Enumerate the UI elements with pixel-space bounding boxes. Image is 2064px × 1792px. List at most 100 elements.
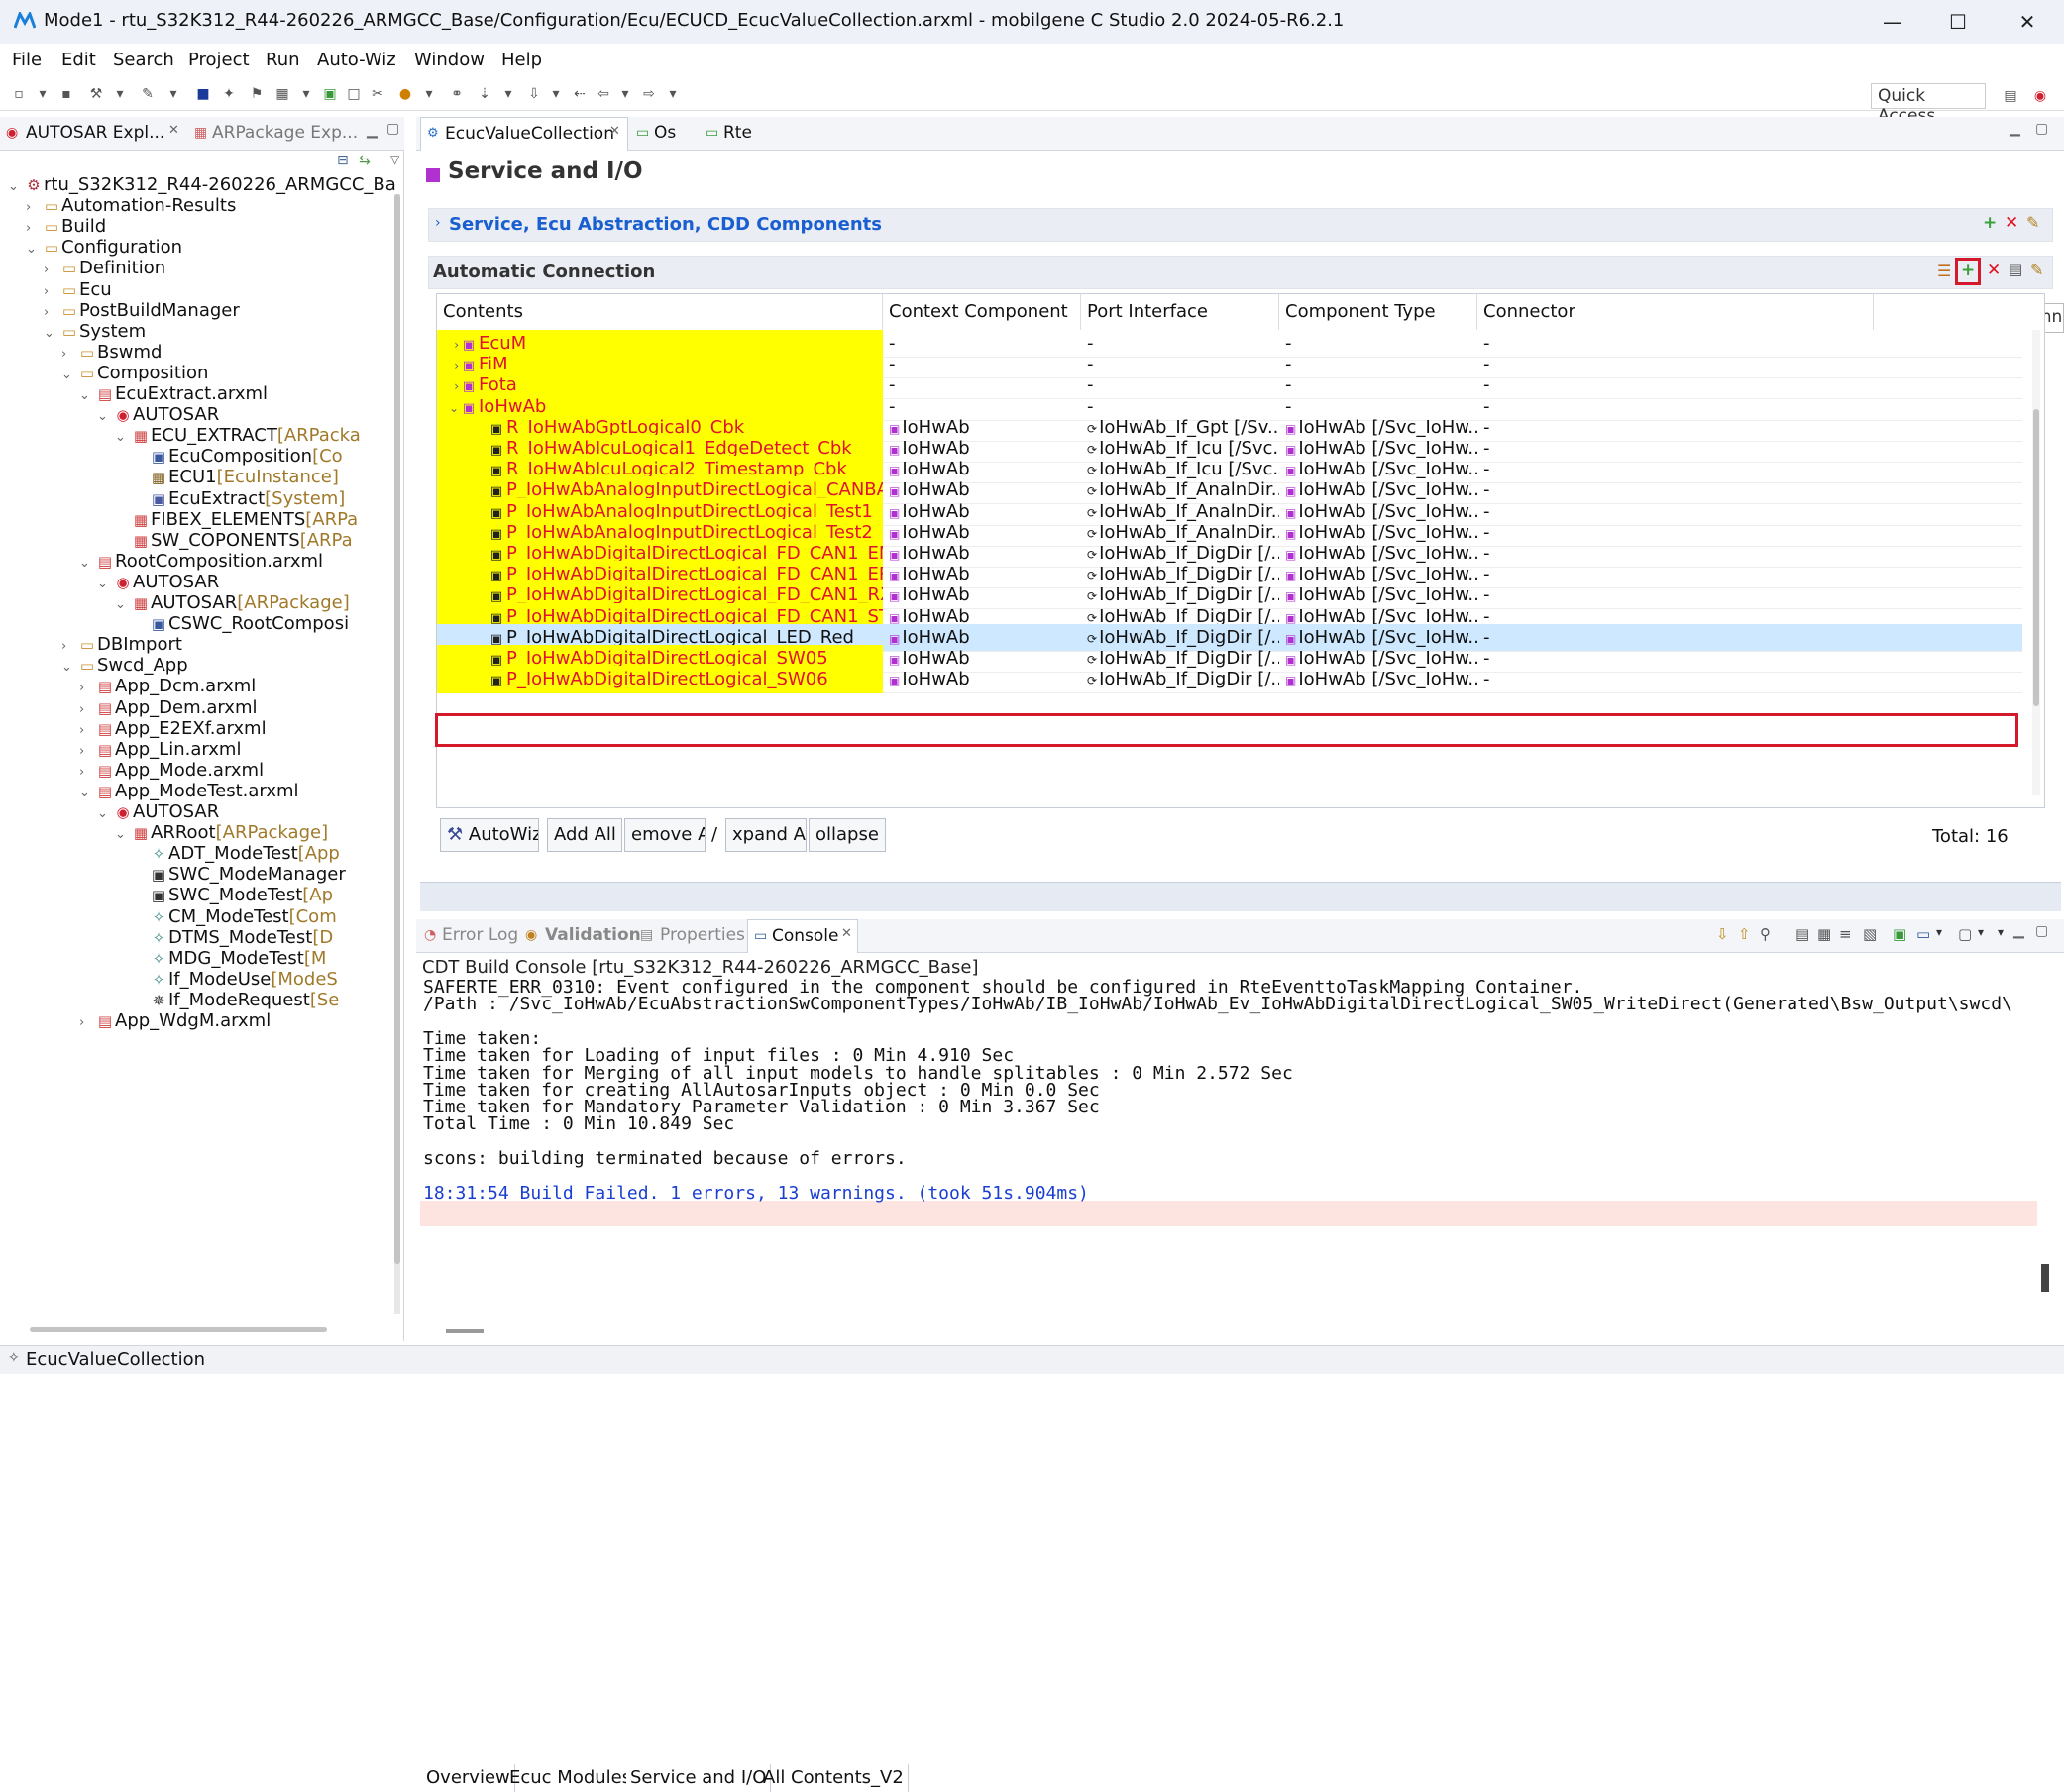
chevron-down-icon[interactable]: ⌄ [79, 551, 95, 577]
perspective-icon[interactable]: ▤ [2002, 87, 2019, 105]
menu-project[interactable]: Project [188, 50, 250, 70]
add-all-button[interactable]: Add All [547, 818, 622, 852]
properties-icon[interactable]: ▤ [2009, 261, 2022, 278]
column-header-contents[interactable]: Contents [437, 294, 883, 330]
console-hscrollbar[interactable] [446, 1329, 484, 1333]
chevron-down-icon[interactable]: ⌄ [26, 237, 42, 263]
run-icon[interactable]: ● [396, 85, 414, 103]
dropdown-icon[interactable]: ▾ [34, 85, 52, 103]
column-header-component-type[interactable]: Component Type [1279, 294, 1477, 330]
menu-help[interactable]: Help [501, 50, 542, 70]
view-menu-icon[interactable]: ▽ [390, 153, 399, 166]
tab-service-and-io[interactable]: Service and I/O [626, 1764, 772, 1792]
column-header-connector[interactable]: Connector [1477, 294, 1874, 330]
column-header-context-component[interactable]: Context Component [883, 294, 1081, 330]
close-icon[interactable]: ✕ [168, 123, 179, 138]
autowiz-button[interactable]: ⚒ AutoWiz [440, 818, 539, 852]
menu-file[interactable]: File [12, 50, 42, 70]
dropdown-icon[interactable]: ▾ [664, 85, 682, 103]
chevron-down-icon[interactable]: ⌄ [79, 781, 95, 806]
tab-os[interactable]: Os [654, 123, 676, 143]
list-icon[interactable]: ≡ [1839, 925, 1852, 943]
display-console-icon[interactable]: ▭ [1916, 925, 1930, 943]
maximize-view-icon[interactable]: ▢ [2035, 121, 2048, 137]
chevron-down-icon[interactable]: ⌄ [79, 383, 95, 409]
tab-overview[interactable]: Overview [422, 1764, 515, 1792]
chevron-down-icon[interactable]: ⌄ [8, 174, 24, 200]
dropdown-icon[interactable]: ▾ [111, 85, 129, 103]
dropdown-icon[interactable]: ▾ [1936, 925, 1942, 939]
debug-icon[interactable]: ✎ [139, 85, 157, 103]
dropdown-icon[interactable]: ▾ [297, 85, 315, 103]
dropdown-icon[interactable]: ▾ [164, 85, 182, 103]
maximize-button[interactable]: ☐ [1928, 6, 1988, 38]
tab-ecuc-modules[interactable]: Ecuc Modules [505, 1764, 637, 1792]
chevron-down-icon[interactable]: ⌄ [61, 655, 77, 681]
close-icon[interactable]: ✕ [609, 124, 620, 139]
close-icon[interactable]: ✕ [841, 926, 852, 941]
scroll-lock-icon[interactable]: ⇩ [1716, 925, 1729, 943]
chart-icon[interactable]: ▦ [273, 85, 291, 103]
collapse-all-icon[interactable]: ⊟ [337, 153, 349, 168]
minimize-view-icon[interactable]: ▁ [2013, 923, 2024, 939]
chevron-right-icon[interactable]: › [435, 215, 441, 231]
clear-console-icon[interactable]: ▤ [1795, 925, 1809, 943]
table-row[interactable]: ▣ P_IoHwAbDigitalDirectLogical_SW06 ▣ IoHwA… [437, 666, 2022, 694]
menu-edit[interactable]: Edit [61, 50, 96, 70]
new-icon[interactable]: ▫ [10, 85, 28, 103]
box-icon[interactable]: □ [345, 85, 363, 103]
chevron-down-icon[interactable]: ⌄ [115, 822, 131, 848]
maximize-view-icon[interactable]: ▢ [386, 121, 399, 137]
open-console-icon[interactable]: ▣ [1893, 925, 1906, 943]
delete-icon[interactable]: ✕ [2005, 213, 2018, 233]
dropdown-icon[interactable]: ▾ [420, 85, 438, 103]
back-icon[interactable]: ⇦ [595, 85, 612, 103]
star-icon[interactable]: ✦ [220, 85, 238, 103]
word-wrap-icon[interactable]: ▦ [1817, 925, 1831, 943]
tab-arpackage-explorer[interactable]: ARPackage Exp... [212, 123, 358, 143]
minimize-view-icon[interactable]: ▁ [2010, 121, 2020, 137]
expand-all-button[interactable]: xpand Al [725, 818, 807, 852]
scroll-up-icon[interactable]: ⇧ [1738, 925, 1751, 943]
dropdown-icon[interactable]: ▾ [1978, 925, 1984, 939]
tab-validation[interactable]: Validation [545, 925, 641, 945]
menu-search[interactable]: Search [113, 50, 174, 70]
annotation-icon[interactable]: ⇩ [525, 85, 543, 103]
tab-error-log[interactable]: Error Log [442, 925, 518, 945]
chevron-down-icon[interactable]: ⌄ [97, 801, 113, 827]
filter-icon[interactable]: ⇣ [476, 85, 493, 103]
delete-icon[interactable]: ✕ [1987, 261, 2001, 280]
save-icon[interactable]: ▪ [57, 85, 75, 103]
prev-edit-icon[interactable]: ⇠ [571, 85, 589, 103]
dropdown-icon[interactable]: ▾ [616, 85, 634, 103]
chevron-down-icon[interactable]: ⌄ [97, 572, 113, 597]
autosar-perspective-icon[interactable]: ◉ [2031, 87, 2049, 105]
tab-properties[interactable]: Properties [660, 925, 745, 945]
chevron-down-icon[interactable]: ⌄ [97, 404, 113, 430]
minimize-view-icon[interactable]: ▁ [367, 123, 378, 139]
tab-rte[interactable]: Rte [723, 123, 752, 143]
link-editor-icon[interactable]: ⇆ [359, 153, 371, 168]
tab-ecucvaluecollection[interactable]: ⚙ EcucValueCollection ✕ [420, 117, 628, 151]
maximize-view-icon[interactable]: ▢ [2035, 923, 2048, 939]
close-button[interactable]: ✕ [1998, 6, 2057, 38]
table-scrollbar[interactable] [2032, 330, 2040, 795]
service-components-section[interactable]: › Service, Ecu Abstraction, CDD Componen… [428, 208, 2053, 242]
remove-all-button[interactable]: emove A [624, 818, 706, 852]
sort-icon[interactable]: ☰ [1937, 262, 1951, 280]
edit-icon[interactable]: ✎ [2030, 261, 2043, 279]
minimize-button[interactable]: — [1863, 6, 1922, 38]
wizard-icon[interactable]: ⚑ [248, 85, 266, 103]
link-icon[interactable]: ⚭ [448, 85, 466, 103]
chevron-down-icon[interactable]: ⌄ [44, 321, 59, 347]
view-menu-icon[interactable]: ▾ [1998, 925, 2004, 939]
export-icon[interactable]: ▧ [1863, 925, 1877, 943]
add-icon[interactable]: + [1983, 213, 1997, 233]
collapse-all-button[interactable]: ollapse A [809, 818, 886, 852]
column-header-port-interface[interactable]: Port Interface [1081, 294, 1279, 330]
tab-autosar-explorer[interactable]: AUTOSAR Expl... [26, 123, 164, 143]
tree-hscrollbar[interactable] [30, 1327, 327, 1332]
dropdown-icon[interactable]: ▾ [547, 85, 565, 103]
menu-auto-wiz[interactable]: Auto-Wiz [317, 50, 396, 70]
chevron-down-icon[interactable]: ⌄ [115, 425, 131, 451]
